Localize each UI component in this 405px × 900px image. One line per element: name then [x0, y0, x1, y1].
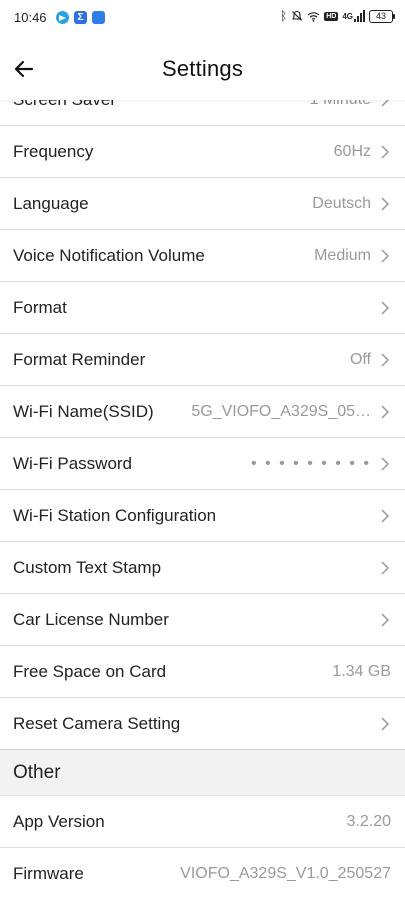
setting-row-wifi-password[interactable]: Wi-Fi Password • • • • • • • • •: [0, 438, 405, 490]
setting-row-voice-volume[interactable]: Voice Notification Volume Medium: [0, 230, 405, 282]
setting-row-car-license[interactable]: Car License Number: [0, 594, 405, 646]
bluetooth-icon: ᛒ: [280, 9, 288, 23]
status-time: 10:46: [14, 10, 47, 25]
setting-row-free-space: Free Space on Card 1.34 GB: [0, 646, 405, 698]
battery-icon: 43: [369, 9, 395, 23]
page-title: Settings: [161, 56, 244, 81]
info-label: App Version: [13, 812, 105, 831]
setting-row-format-reminder[interactable]: Format Reminder Off: [0, 334, 405, 386]
setting-label: Wi-Fi Name(SSID): [13, 402, 154, 421]
setting-row-wifi-name[interactable]: Wi-Fi Name(SSID) 5G_VIOFO_A329S_05…: [0, 386, 405, 438]
mute-bell-icon: [292, 10, 303, 21]
notification-icons: Σ: [56, 11, 105, 24]
setting-label: Custom Text Stamp: [13, 558, 162, 577]
chevron-right-icon: [381, 197, 390, 211]
app-header: Settings: [0, 38, 405, 100]
wifi-icon: [307, 11, 320, 22]
chevron-right-icon: [381, 405, 390, 419]
setting-label: Reset Camera Setting: [13, 714, 181, 733]
signal-bars-icon: [354, 10, 365, 22]
setting-label: Wi-Fi Password: [13, 454, 133, 473]
setting-row-wifi-station[interactable]: Wi-Fi Station Configuration: [0, 490, 405, 542]
setting-value: Off: [349, 351, 371, 368]
setting-row-custom-text-stamp[interactable]: Custom Text Stamp: [0, 542, 405, 594]
settings-list: Screen Saver 1 Minute Frequency 60Hz Lan…: [0, 74, 405, 900]
chevron-right-icon: [381, 509, 390, 523]
setting-label: Format: [13, 298, 67, 317]
setting-value: 1.34 GB: [332, 663, 391, 680]
setting-label: Free Space on Card: [13, 662, 167, 681]
chevron-right-icon: [381, 561, 390, 575]
masked-password: • • • • • • • • •: [251, 455, 371, 472]
section-header-other: Other: [0, 750, 405, 796]
setting-value: 5G_VIOFO_A329S_05…: [191, 403, 371, 420]
chevron-right-icon: [381, 301, 390, 315]
status-bar: 10:46 Σ ᛒ HD 4G 43: [0, 0, 405, 38]
telegram-icon: [56, 11, 69, 24]
chevron-right-icon: [381, 717, 390, 731]
chevron-right-icon: [381, 613, 390, 627]
system-status-icons: ᛒ HD 4G 43: [280, 9, 395, 23]
info-row-firmware: Firmware VIOFO_A329S_V1.0_250527: [0, 848, 405, 900]
setting-label: Car License Number: [13, 610, 169, 629]
setting-label: Voice Notification Volume: [13, 246, 205, 265]
setting-row-format[interactable]: Format: [0, 282, 405, 334]
chevron-right-icon: [381, 249, 390, 263]
setting-value: Medium: [314, 247, 371, 264]
setting-row-frequency[interactable]: Frequency 60Hz: [0, 126, 405, 178]
info-value: 3.2.20: [346, 813, 391, 830]
chevron-right-icon: [381, 145, 390, 159]
setting-label: Frequency: [13, 142, 94, 161]
setting-label: Wi-Fi Station Configuration: [13, 506, 217, 525]
hd-voice-icon: HD: [324, 11, 339, 21]
chevron-right-icon: [381, 353, 390, 367]
network-type-label: 4G: [342, 11, 353, 21]
info-label: Firmware: [13, 864, 84, 883]
app-notification-icon: [92, 11, 105, 24]
section-title: Other: [13, 762, 61, 783]
sigma-app-icon: Σ: [74, 11, 87, 24]
setting-label: Format Reminder: [13, 350, 146, 369]
setting-label: Language: [13, 194, 89, 213]
chevron-right-icon: [381, 457, 390, 471]
setting-value: 60Hz: [333, 143, 371, 160]
setting-row-reset-camera[interactable]: Reset Camera Setting: [0, 698, 405, 750]
info-value: VIOFO_A329S_V1.0_250527: [180, 865, 391, 882]
setting-row-language[interactable]: Language Deutsch: [0, 178, 405, 230]
setting-value: Deutsch: [312, 195, 371, 212]
info-row-app-version: App Version 3.2.20: [0, 796, 405, 848]
